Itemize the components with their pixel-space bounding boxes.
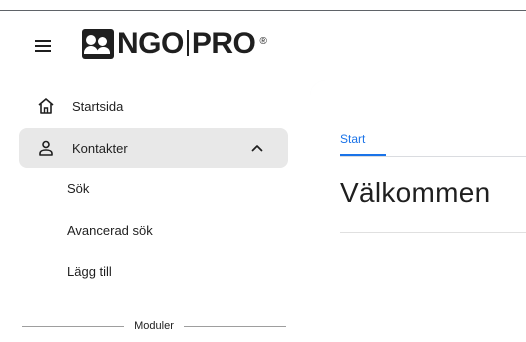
- sidebar-item-startsida[interactable]: Startsida: [19, 86, 288, 126]
- tab-start[interactable]: Start: [340, 132, 365, 146]
- main-content: [310, 80, 526, 342]
- sidebar-subitem-avancerad-sok[interactable]: Avancerad sök: [19, 210, 288, 250]
- sidebar-subitem-label: Lägg till: [67, 264, 112, 279]
- sidebar-item-kontakter[interactable]: Kontakter: [19, 128, 288, 168]
- menu-icon[interactable]: [35, 40, 51, 52]
- person-icon: [39, 140, 53, 156]
- chevron-up-icon[interactable]: [250, 141, 264, 155]
- sidebar-subitem-label: Avancerad sök: [67, 223, 153, 238]
- ngopro-logo[interactable]: NGO PRO ®: [82, 27, 267, 60]
- top-border: [0, 0, 526, 11]
- sidebar-item-label: Startsida: [72, 98, 124, 114]
- page-title: Välkommen: [340, 177, 491, 208]
- sidebar-subitem-sok[interactable]: Sök: [19, 168, 288, 208]
- sidebar-item-label: Kontakter: [72, 140, 128, 156]
- tab-active-indicator: [340, 154, 386, 156]
- section-divider-label: Moduler: [134, 320, 174, 332]
- logo-text-left: NGO: [117, 27, 184, 60]
- logo-text-right: PRO: [191, 27, 256, 60]
- sidebar-subitem-lagg-till[interactable]: Lägg till: [19, 251, 288, 291]
- people-icon: [82, 29, 114, 59]
- sidebar-subitem-label: Sök: [67, 181, 90, 196]
- home-icon: [38, 98, 54, 114]
- tabs-underline: [340, 156, 526, 157]
- title-divider: [340, 232, 526, 233]
- section-divider-moduler: Moduler: [22, 316, 286, 336]
- registered-mark: ®: [259, 36, 267, 47]
